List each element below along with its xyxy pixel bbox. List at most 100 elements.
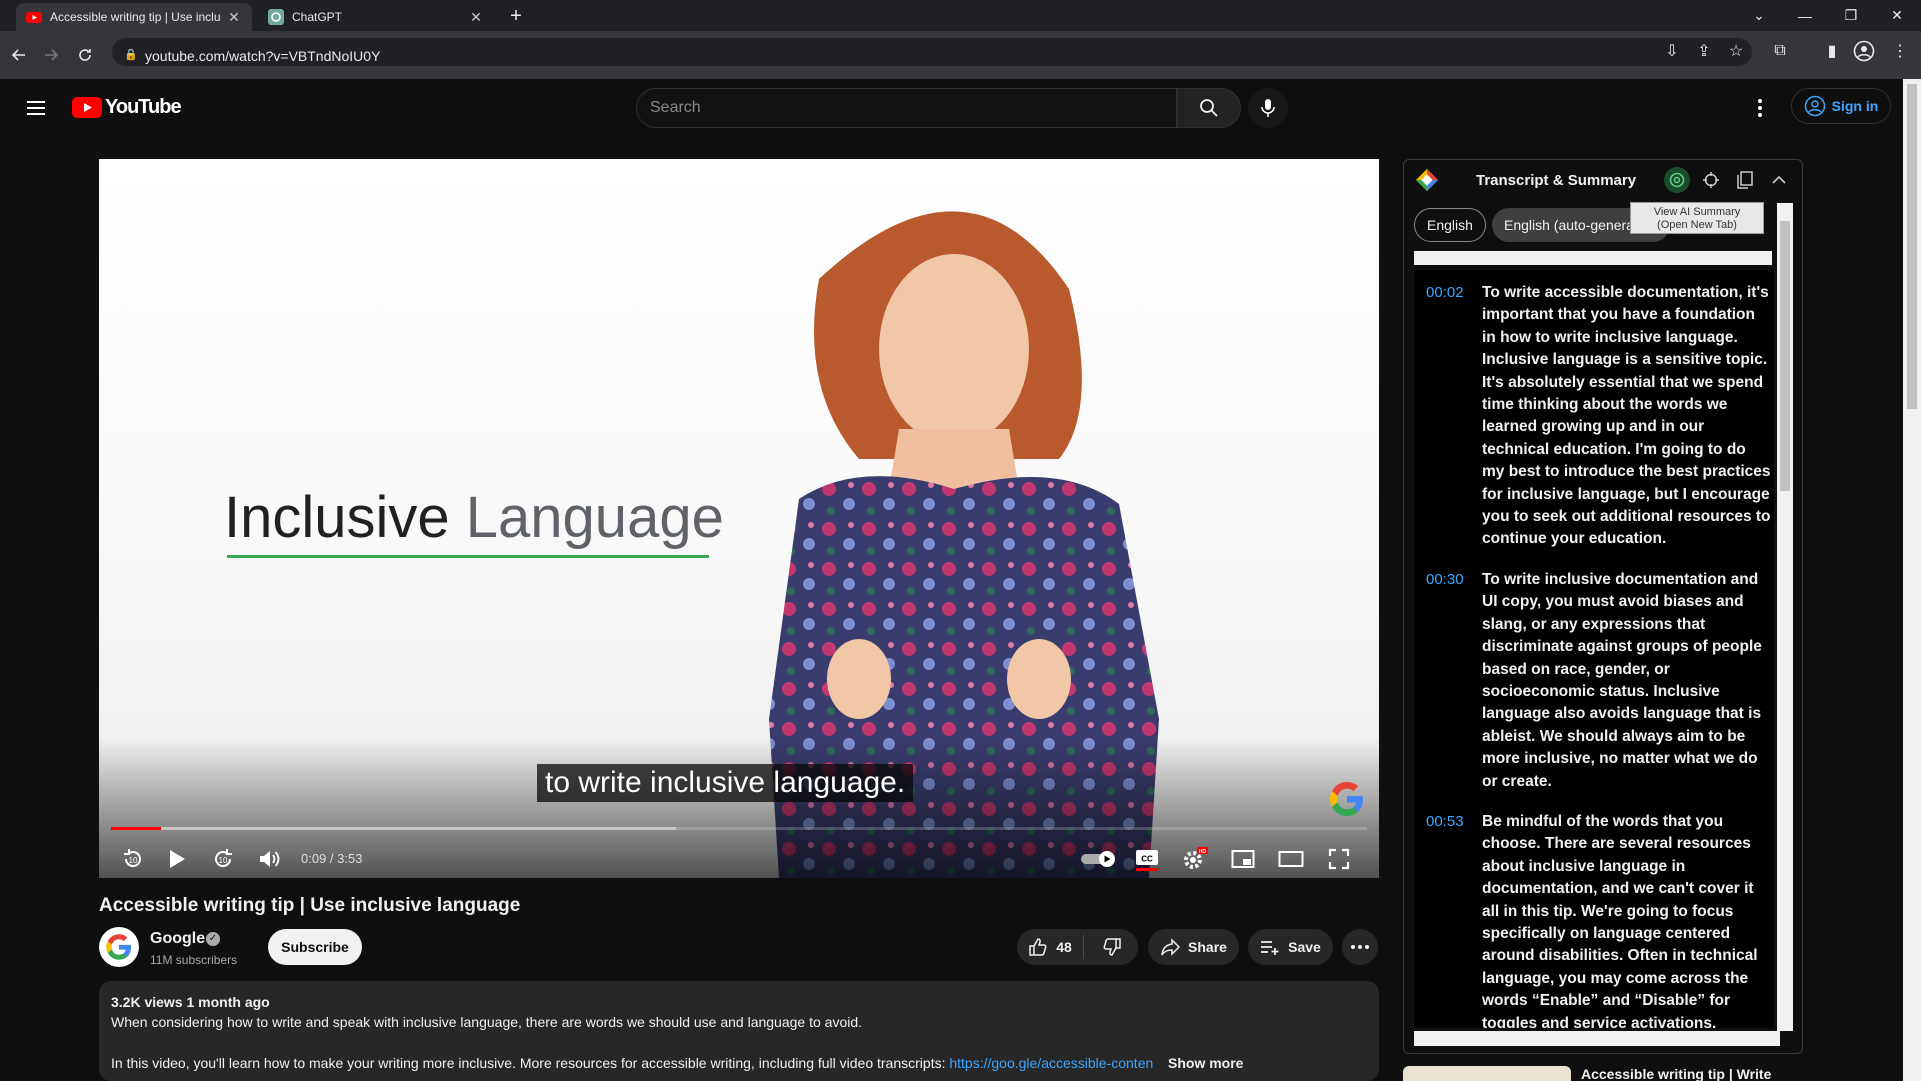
tab-close-icon[interactable]: ✕	[226, 9, 242, 26]
settings-button[interactable]: HD	[1177, 841, 1213, 877]
browser-menu-icon[interactable]: ⋮	[1888, 39, 1912, 63]
close-window-button[interactable]: ✕	[1874, 0, 1920, 31]
segment-timestamp[interactable]: 00:30	[1426, 569, 1482, 793]
jump-to-current-button[interactable]	[1698, 167, 1724, 193]
miniplayer-button[interactable]	[1225, 841, 1261, 877]
chips-horizontal-scrollbar[interactable]	[1414, 251, 1772, 265]
next-video-card[interactable]: Accessible writing tip | Write	[1403, 1066, 1803, 1081]
url-text[interactable]: youtube.com/watch?v=VBTndNoIU0Y	[145, 48, 380, 64]
theater-mode-button[interactable]	[1273, 841, 1309, 877]
progress-played	[111, 827, 162, 830]
reload-button[interactable]	[70, 31, 100, 79]
video-overlay-title: Inclusive Language	[224, 484, 724, 551]
rewind-10-icon: 10	[124, 849, 141, 868]
resources-link[interactable]: https://goo.gle/accessible-conten	[949, 1055, 1153, 1071]
chevron-up-icon	[1772, 175, 1786, 184]
svg-text:HD: HD	[1199, 849, 1207, 855]
extension-logo-icon	[1416, 169, 1438, 191]
video-title: Accessible writing tip | Use inclusive l…	[99, 895, 521, 916]
share-button[interactable]: Share	[1148, 929, 1239, 965]
page-vertical-scrollbar[interactable]	[1903, 79, 1921, 1081]
transcript-horizontal-scrollbar[interactable]	[1414, 1031, 1780, 1046]
install-app-icon[interactable]: ⇩	[1660, 39, 1684, 63]
new-tab-button[interactable]: +	[505, 5, 527, 27]
share-arrow-icon	[1161, 938, 1181, 956]
subtitles-button[interactable]: CC	[1129, 841, 1165, 877]
description-line-2-text: In this video, you'll learn how to make …	[111, 1055, 950, 1071]
panel-title: Transcript & Summary	[1476, 172, 1637, 189]
hamburger-menu-icon[interactable]	[24, 96, 48, 120]
dislike-button[interactable]	[1088, 929, 1136, 965]
search-input[interactable]	[650, 90, 1170, 126]
fullscreen-button[interactable]	[1321, 841, 1357, 877]
tab-title: Accessible writing tip | Use inclu	[50, 10, 221, 24]
youtube-logo-text: YouTube	[105, 96, 182, 118]
save-label: Save	[1288, 939, 1321, 955]
like-divider	[1083, 935, 1084, 959]
svg-text:CC: CC	[1141, 855, 1153, 864]
transcript-scroll-thumb[interactable]	[1780, 221, 1790, 491]
play-icon	[170, 850, 185, 868]
search-icon	[1200, 99, 1218, 117]
profile-icon[interactable]	[1852, 39, 1876, 63]
autoplay-toggle[interactable]	[1081, 841, 1117, 877]
copy-transcript-button[interactable]	[1732, 167, 1758, 193]
settings-menu-icon[interactable]	[1748, 96, 1772, 120]
sign-in-button[interactable]: Sign in	[1791, 88, 1891, 124]
tab-youtube[interactable]: Accessible writing tip | Use inclu ✕	[16, 3, 252, 31]
segment-text: To write accessible documentation, it's …	[1482, 284, 1771, 548]
show-more-button[interactable]: Show more	[1168, 1055, 1243, 1071]
bookmark-star-icon[interactable]: ☆	[1724, 39, 1748, 63]
ai-summary-button[interactable]	[1664, 167, 1690, 193]
collapse-panel-button[interactable]	[1766, 167, 1792, 193]
microphone-icon	[1261, 99, 1275, 117]
segment-timestamp[interactable]: 00:02	[1426, 282, 1482, 551]
restore-button[interactable]: ❐	[1828, 0, 1874, 31]
channel-name[interactable]: Google	[150, 930, 205, 948]
add-to-playlist-icon	[1261, 941, 1279, 955]
forward-10-button[interactable]: 10	[205, 841, 241, 877]
transcript-list[interactable]: 00:02 To write accessible documentation,…	[1414, 270, 1774, 1028]
back-button[interactable]	[4, 31, 34, 79]
like-button[interactable]: 48	[1017, 929, 1083, 965]
segment-text: To write inclusive documentation and UI …	[1482, 570, 1762, 790]
share-page-icon[interactable]: ⇪	[1692, 39, 1716, 63]
tab-search-icon[interactable]: ⌄	[1736, 0, 1782, 31]
transcript-segment[interactable]: 00:53 Be mindful of the words that you c…	[1414, 811, 1774, 1028]
transcript-segment[interactable]: 00:02 To write accessible documentation,…	[1414, 282, 1774, 569]
overlay-word-2: Language	[465, 485, 724, 550]
chatgpt-icon	[1669, 172, 1685, 188]
subscribe-button[interactable]: Subscribe	[268, 929, 362, 965]
segment-timestamp[interactable]: 00:53	[1426, 811, 1482, 1028]
channel-avatar[interactable]	[99, 927, 139, 967]
page-scroll-thumb[interactable]	[1907, 84, 1917, 409]
description-line-1: When considering how to write and speak …	[111, 1014, 863, 1030]
tab-close-icon[interactable]: ✕	[468, 9, 484, 26]
youtube-logo[interactable]: YouTube	[72, 96, 182, 119]
minimize-button[interactable]: —	[1782, 0, 1828, 31]
forward-button[interactable]	[36, 31, 66, 79]
volume-icon	[260, 851, 280, 867]
play-button[interactable]	[159, 841, 195, 877]
view-count-and-date: 3.2K views 1 month ago	[111, 994, 270, 1010]
crosshair-icon	[1703, 172, 1719, 188]
language-chip-english[interactable]: English	[1414, 208, 1486, 242]
progress-bar[interactable]	[111, 827, 1367, 830]
transcript-vertical-scrollbar[interactable]	[1777, 203, 1793, 1031]
thumbs-up-icon	[1029, 938, 1047, 956]
transcript-segment[interactable]: 00:30 To write inclusive documentation a…	[1414, 569, 1774, 811]
share-label: Share	[1188, 939, 1227, 955]
voice-search-button[interactable]	[1248, 88, 1288, 128]
save-button[interactable]: Save	[1248, 929, 1333, 965]
tooltip-line-1: View AI Summary	[1653, 206, 1741, 218]
more-actions-button[interactable]	[1342, 929, 1378, 965]
volume-button[interactable]	[251, 841, 287, 877]
rewind-10-button[interactable]: 10	[115, 841, 151, 877]
autoplay-toggle-icon	[1081, 851, 1115, 867]
video-player[interactable]: Inclusive Language to write inclusive la…	[99, 159, 1379, 878]
lock-icon: 🔒	[124, 49, 138, 61]
search-button[interactable]	[1177, 88, 1241, 128]
tab-chatgpt[interactable]: ChatGPT ✕	[258, 3, 494, 31]
extensions-icon[interactable]: ⧉	[1768, 39, 1792, 63]
side-panel-icon[interactable]: ▮	[1820, 39, 1844, 63]
